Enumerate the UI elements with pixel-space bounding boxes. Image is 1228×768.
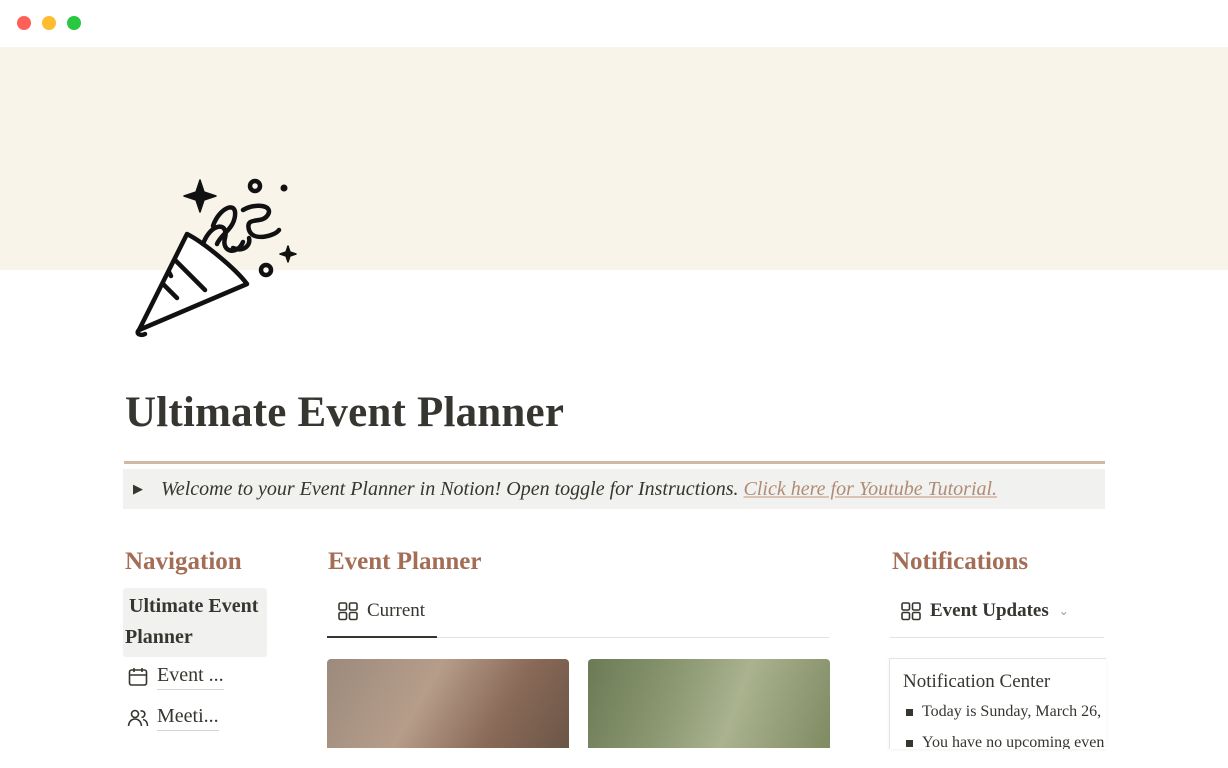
callout-text: Welcome to your Event Planner in Notion!… <box>161 477 739 500</box>
tab-rule <box>890 637 1104 638</box>
party-popper-icon[interactable] <box>125 172 305 342</box>
youtube-tutorial-link[interactable]: Click here for Youtube Tutorial. <box>744 478 998 501</box>
active-tab-underline <box>327 636 437 638</box>
window-titlebar <box>0 0 1228 47</box>
nav-item-meetings[interactable]: Meeti... <box>127 704 219 732</box>
tab-label: Event Updates <box>930 600 1049 621</box>
nav-item-event[interactable]: Event ... <box>127 663 224 691</box>
bullet-icon <box>906 708 913 716</box>
toggle-arrow-icon[interactable]: ▶ <box>133 481 153 497</box>
title-divider <box>124 461 1105 464</box>
tab-label: Current <box>367 600 426 621</box>
bullet-icon <box>906 739 913 747</box>
list-item: You have no upcoming even <box>906 734 1104 749</box>
close-window-button[interactable] <box>17 16 31 30</box>
instructions-callout[interactable]: ▶ Welcome to your Event Planner in Notio… <box>123 469 1105 509</box>
event-card-image[interactable] <box>588 659 830 748</box>
event-planner-heading: Event Planner <box>328 548 482 575</box>
nav-item-label: Ultimate Event Planner <box>125 595 259 648</box>
people-icon <box>127 707 149 729</box>
tab-current[interactable]: Current <box>337 600 425 622</box>
nav-item-ultimate-event-planner[interactable]: Ultimate Event Planner <box>123 588 267 657</box>
chevron-down-icon[interactable]: ⌄ <box>1059 604 1069 618</box>
nav-item-label: Event ... <box>157 664 224 690</box>
page-title[interactable]: Ultimate Event Planner <box>125 388 564 437</box>
notifications-heading: Notifications <box>892 548 1029 575</box>
tab-event-updates[interactable]: Event Updates ⌄ <box>900 600 1069 622</box>
nav-item-label: Meeti... <box>157 705 219 731</box>
list-item: Today is Sunday, March 26, <box>906 703 1101 721</box>
minimize-window-button[interactable] <box>42 16 56 30</box>
gallery-view-icon <box>900 600 922 622</box>
notification-card[interactable]: Notification Center Today is Sunday, Mar… <box>889 658 1106 749</box>
event-card-image[interactable] <box>327 659 569 748</box>
notification-text: Today is Sunday, March 26, <box>922 703 1102 720</box>
gallery-view-icon <box>337 600 359 622</box>
notification-card-title: Notification Center <box>903 671 1051 692</box>
notification-text: You have no upcoming even <box>922 734 1105 749</box>
calendar-icon <box>127 666 149 688</box>
navigation-heading: Navigation <box>125 548 242 575</box>
zoom-window-button[interactable] <box>67 16 81 30</box>
